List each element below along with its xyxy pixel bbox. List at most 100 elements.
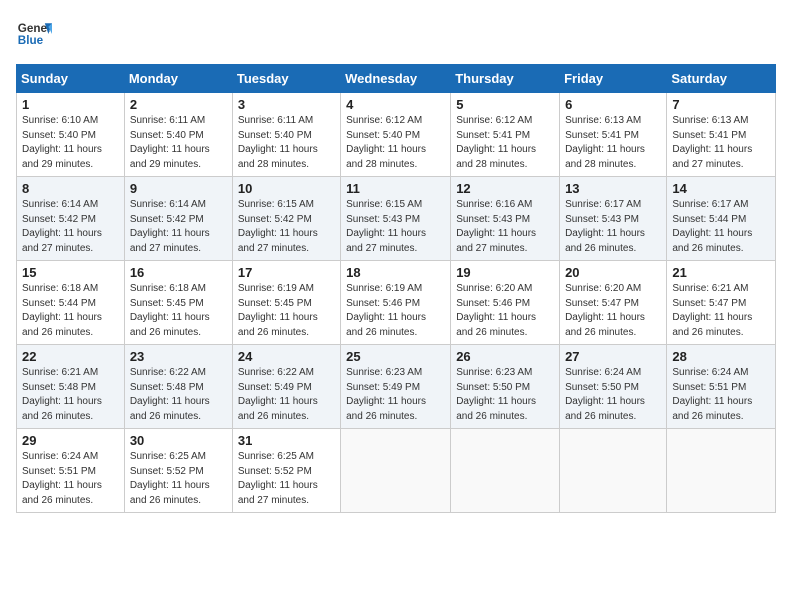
day-info: Sunrise: 6:15 AM Sunset: 5:43 PM Dayligh… [346,198,445,256]
calendar-table: SundayMondayTuesdayWednesdayThursdayFrid… [16,64,776,513]
day-header-friday: Friday [560,65,667,93]
day-info: Sunrise: 6:21 AM Sunset: 5:47 PM Dayligh… [672,282,770,340]
day-header-tuesday: Tuesday [232,65,340,93]
day-number: 29 [22,433,119,448]
day-info: Sunrise: 6:22 AM Sunset: 5:48 PM Dayligh… [130,366,227,424]
calendar-cell: 4Sunrise: 6:12 AM Sunset: 5:40 PM Daylig… [341,93,451,177]
calendar-cell: 15 Sunrise: 6:18 AM Sunset: 5:44 PM Dayli… [17,261,125,345]
day-info: Sunrise: 6:14 AM Sunset: 5:42 PM Dayligh… [130,198,227,256]
day-number: 26 [456,349,554,364]
day-info: Sunrise: 6:12 AM Sunset: 5:41 PM Dayligh… [456,114,554,172]
day-header-thursday: Thursday [451,65,560,93]
day-info: Sunrise: 6:13 AM Sunset: 5:41 PM Dayligh… [565,114,661,172]
day-info: Sunrise: 6:22 AM Sunset: 5:49 PM Dayligh… [238,366,335,424]
day-info: Sunrise: 6:20 AM Sunset: 5:47 PM Dayligh… [565,282,661,340]
day-info: Sunrise: 6:11 AM Sunset: 5:40 PM Dayligh… [130,114,227,172]
day-number: 27 [565,349,661,364]
day-number: 24 [238,349,335,364]
day-info: Sunrise: 6:21 AM Sunset: 5:48 PM Dayligh… [22,366,119,424]
calendar-cell: 23 Sunrise: 6:22 AM Sunset: 5:48 PM Dayli… [124,345,232,429]
calendar-cell: 2 Sunrise: 6:11 AM Sunset: 5:40 PM Daylig… [124,93,232,177]
calendar-cell: 24 Sunrise: 6:22 AM Sunset: 5:49 PM Dayli… [232,345,340,429]
calendar-cell: 1 Sunrise: 6:10 AM Sunset: 5:40 PM Daylig… [17,93,125,177]
day-number: 14 [672,181,770,196]
page-header: General Blue [16,16,776,52]
day-info: Sunrise: 6:18 AM Sunset: 5:44 PM Dayligh… [22,282,119,340]
calendar-cell: 14 Sunrise: 6:17 AM Sunset: 5:44 PM Dayli… [667,177,776,261]
svg-text:Blue: Blue [18,34,44,47]
calendar-cell [451,429,560,513]
day-number: 5 [456,97,554,112]
day-info: Sunrise: 6:23 AM Sunset: 5:50 PM Dayligh… [456,366,554,424]
day-info: Sunrise: 6:25 AM Sunset: 5:52 PM Dayligh… [238,450,335,508]
calendar-cell: 31 Sunrise: 6:25 AM Sunset: 5:52 PM Dayli… [232,429,340,513]
day-number: 22 [22,349,119,364]
day-info: Sunrise: 6:17 AM Sunset: 5:44 PM Dayligh… [672,198,770,256]
day-info: Sunrise: 6:24 AM Sunset: 5:51 PM Dayligh… [672,366,770,424]
day-info: Sunrise: 6:23 AM Sunset: 5:49 PM Dayligh… [346,366,445,424]
calendar-cell [560,429,667,513]
day-number: 20 [565,265,661,280]
day-info: Sunrise: 6:11 AM Sunset: 5:40 PM Dayligh… [238,114,335,172]
day-number: 25 [346,349,445,364]
day-number: 10 [238,181,335,196]
day-info: Sunrise: 6:19 AM Sunset: 5:45 PM Dayligh… [238,282,335,340]
day-number: 4 [346,97,445,112]
calendar-header: SundayMondayTuesdayWednesdayThursdayFrid… [17,65,776,93]
day-info: Sunrise: 6:13 AM Sunset: 5:41 PM Dayligh… [672,114,770,172]
calendar-cell: 29 Sunrise: 6:24 AM Sunset: 5:51 PM Dayli… [17,429,125,513]
day-info: Sunrise: 6:25 AM Sunset: 5:52 PM Dayligh… [130,450,227,508]
calendar-cell: 18 Sunrise: 6:19 AM Sunset: 5:46 PM Dayli… [341,261,451,345]
day-number: 12 [456,181,554,196]
day-info: Sunrise: 6:16 AM Sunset: 5:43 PM Dayligh… [456,198,554,256]
calendar-cell: 6 Sunrise: 6:13 AM Sunset: 5:41 PM Daylig… [560,93,667,177]
calendar-cell: 9 Sunrise: 6:14 AM Sunset: 5:42 PM Daylig… [124,177,232,261]
day-info: Sunrise: 6:19 AM Sunset: 5:46 PM Dayligh… [346,282,445,340]
day-header-sunday: Sunday [17,65,125,93]
calendar-cell: 27 Sunrise: 6:24 AM Sunset: 5:50 PM Dayli… [560,345,667,429]
day-number: 7 [672,97,770,112]
day-number: 15 [22,265,119,280]
calendar-cell: 3Sunrise: 6:11 AM Sunset: 5:40 PM Daylig… [232,93,340,177]
calendar-cell: 17 Sunrise: 6:19 AM Sunset: 5:45 PM Dayli… [232,261,340,345]
calendar-cell: 20 Sunrise: 6:20 AM Sunset: 5:47 PM Dayli… [560,261,667,345]
day-info: Sunrise: 6:20 AM Sunset: 5:46 PM Dayligh… [456,282,554,340]
day-number: 23 [130,349,227,364]
calendar-cell: 8 Sunrise: 6:14 AM Sunset: 5:42 PM Daylig… [17,177,125,261]
day-number: 6 [565,97,661,112]
day-number: 11 [346,181,445,196]
calendar-cell: 7 Sunrise: 6:13 AM Sunset: 5:41 PM Daylig… [667,93,776,177]
day-number: 2 [130,97,227,112]
day-number: 30 [130,433,227,448]
day-info: Sunrise: 6:24 AM Sunset: 5:50 PM Dayligh… [565,366,661,424]
calendar-cell: 10 Sunrise: 6:15 AM Sunset: 5:42 PM Dayli… [232,177,340,261]
day-header-saturday: Saturday [667,65,776,93]
calendar-cell: 5 Sunrise: 6:12 AM Sunset: 5:41 PM Daylig… [451,93,560,177]
day-number: 8 [22,181,119,196]
logo: General Blue [16,16,52,52]
day-number: 9 [130,181,227,196]
day-number: 1 [22,97,119,112]
calendar-cell: 30 Sunrise: 6:25 AM Sunset: 5:52 PM Dayli… [124,429,232,513]
day-info: Sunrise: 6:17 AM Sunset: 5:43 PM Dayligh… [565,198,661,256]
calendar-cell: 21 Sunrise: 6:21 AM Sunset: 5:47 PM Dayli… [667,261,776,345]
calendar-cell [667,429,776,513]
day-info: Sunrise: 6:10 AM Sunset: 5:40 PM Dayligh… [22,114,119,172]
calendar-cell [341,429,451,513]
day-number: 31 [238,433,335,448]
day-info: Sunrise: 6:14 AM Sunset: 5:42 PM Dayligh… [22,198,119,256]
day-number: 13 [565,181,661,196]
calendar-cell: 11 Sunrise: 6:15 AM Sunset: 5:43 PM Dayli… [341,177,451,261]
logo-icon: General Blue [16,16,52,52]
day-number: 19 [456,265,554,280]
calendar-cell: 13 Sunrise: 6:17 AM Sunset: 5:43 PM Dayli… [560,177,667,261]
day-info: Sunrise: 6:18 AM Sunset: 5:45 PM Dayligh… [130,282,227,340]
calendar-cell: 12 Sunrise: 6:16 AM Sunset: 5:43 PM Dayli… [451,177,560,261]
day-number: 28 [672,349,770,364]
calendar-cell: 16Sunrise: 6:18 AM Sunset: 5:45 PM Dayli… [124,261,232,345]
day-number: 18 [346,265,445,280]
day-info: Sunrise: 6:24 AM Sunset: 5:51 PM Dayligh… [22,450,119,508]
day-number: 17 [238,265,335,280]
day-number: 21 [672,265,770,280]
day-info: Sunrise: 6:15 AM Sunset: 5:42 PM Dayligh… [238,198,335,256]
